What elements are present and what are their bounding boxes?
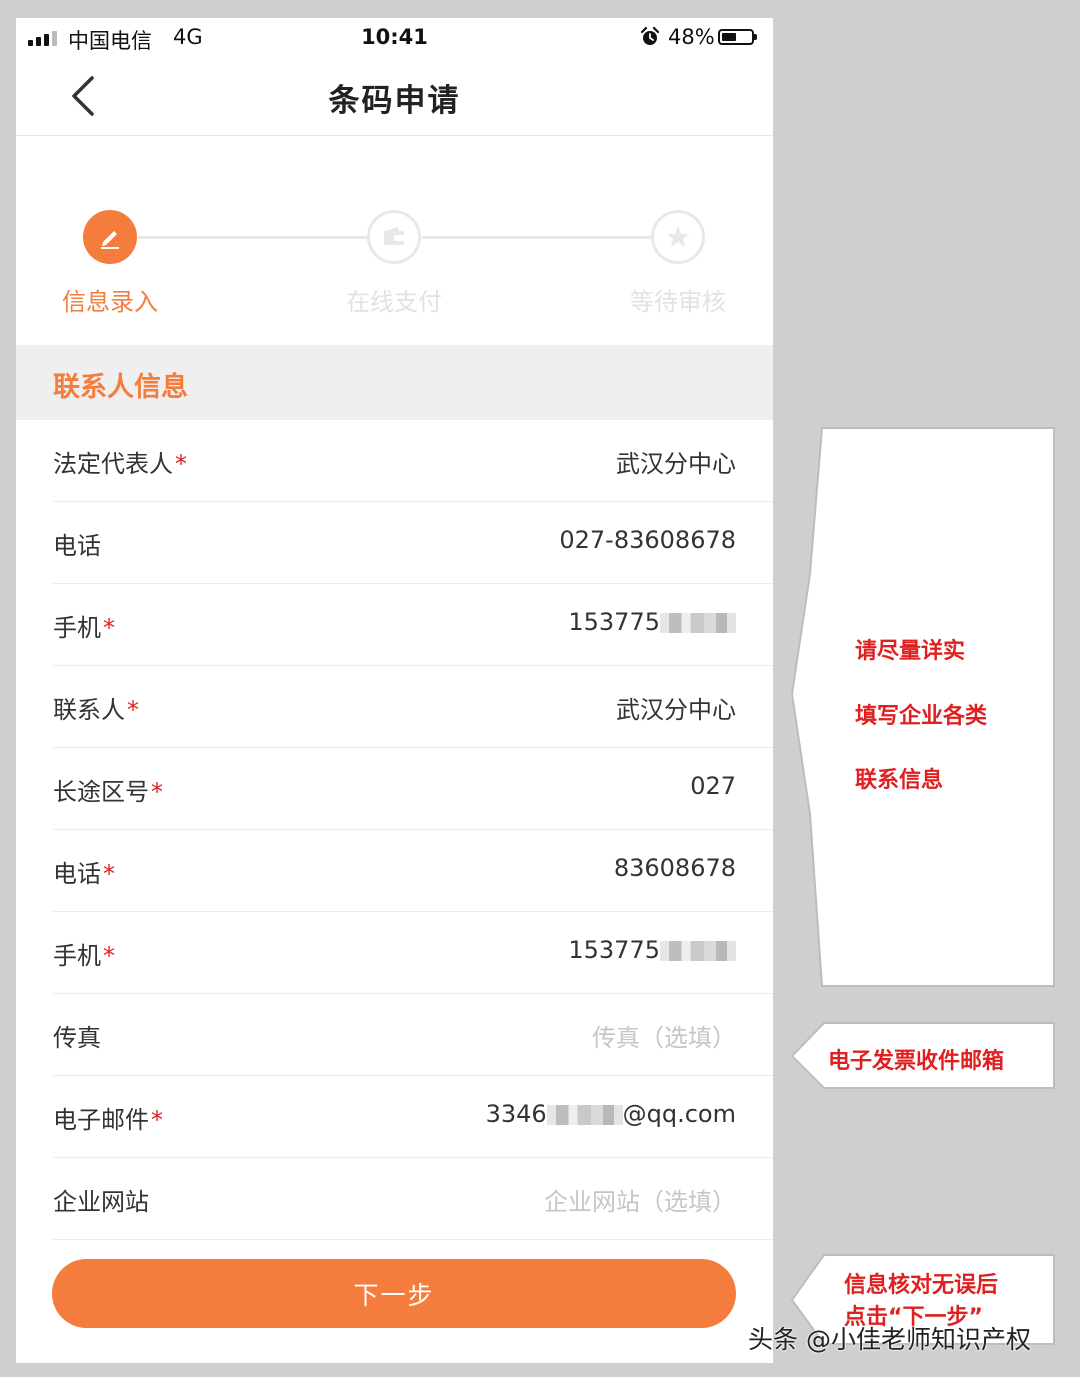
mobile-field[interactable]: 153775 — [568, 608, 736, 636]
section-header: 联系人信息 — [16, 345, 773, 420]
area-code-field[interactable]: 027 — [690, 772, 736, 800]
callout-contact-line-1: 请尽量详实 — [855, 639, 966, 664]
callout-contact-line-2: 填写企业各类 — [855, 704, 988, 729]
battery-icon — [718, 29, 757, 45]
battery-percent: 48% — [668, 25, 715, 49]
callout-contact-line-3: 联系信息 — [855, 768, 944, 793]
form-row-phone-2[interactable]: 电话* 83608678 — [53, 830, 773, 912]
field-label: 电子邮件* — [53, 1106, 163, 1134]
status-bar: 中国电信 4G 10:41 48% — [16, 18, 773, 58]
required-mark: * — [103, 860, 115, 888]
step-connector — [138, 236, 368, 239]
required-mark: * — [103, 942, 115, 970]
field-label: 联系人* — [53, 696, 139, 724]
form-row-email[interactable]: 电子邮件* 3346 @qq.com — [53, 1076, 773, 1158]
field-label: 企业网站 — [53, 1188, 149, 1216]
step-3-label: 等待审核 — [630, 288, 726, 316]
form-row-website[interactable]: 企业网站 企业网站（选填） — [53, 1158, 773, 1240]
section-title: 联系人信息 — [53, 372, 188, 403]
fax-field[interactable]: 传真（选填） — [592, 1018, 736, 1053]
website-field[interactable]: 企业网站（选填） — [544, 1182, 736, 1217]
alarm-icon — [640, 27, 660, 45]
step-3-circle — [651, 210, 705, 264]
form-row-mobile-2[interactable]: 手机* 153775 — [53, 912, 773, 994]
mobile-2-field[interactable]: 153775 — [568, 936, 736, 964]
contact-field[interactable]: 武汉分中心 — [616, 690, 736, 725]
phone-2-field[interactable]: 83608678 — [614, 854, 736, 882]
field-label: 电话 — [53, 532, 101, 560]
step-2-label: 在线支付 — [346, 288, 442, 316]
redacted-mosaic — [546, 1105, 623, 1125]
field-label: 长途区号* — [53, 778, 163, 806]
required-mark: * — [103, 614, 115, 642]
callout-next-line-1: 信息核对无误后 — [844, 1273, 999, 1298]
required-mark: * — [127, 696, 139, 724]
watermark: 头条 @小佳老师知识产权 — [748, 1325, 1031, 1354]
form-row-phone[interactable]: 电话 027-83608678 — [53, 502, 773, 584]
phone-screen: 中国电信 4G 10:41 48% 条码申请 信息录入 在线支付 等待审核 联系… — [16, 18, 773, 1363]
step-2-circle — [367, 210, 421, 264]
nav-bar: 条码申请 — [16, 58, 773, 136]
field-label: 传真 — [53, 1024, 101, 1052]
field-label: 电话* — [53, 860, 115, 888]
progress-steps: 信息录入 在线支付 等待审核 — [16, 136, 773, 362]
star-icon — [667, 226, 689, 247]
page-title: 条码申请 — [328, 83, 461, 119]
contact-form: 法定代表人* 武汉分中心 电话 027-83608678 手机* 153775 … — [16, 420, 773, 1240]
edit-icon — [101, 231, 119, 249]
form-row-mobile[interactable]: 手机* 153775 — [53, 584, 773, 666]
callout-email-text: 电子发票收件邮箱 — [828, 1049, 1005, 1074]
form-row-fax[interactable]: 传真 传真（选填） — [53, 994, 773, 1076]
required-mark: * — [175, 450, 187, 478]
field-label: 手机* — [53, 614, 115, 642]
redacted-mosaic — [660, 613, 736, 633]
form-row-area-code[interactable]: 长途区号* 027 — [53, 748, 773, 830]
required-mark: * — [151, 778, 163, 806]
legal-rep-field[interactable]: 武汉分中心 — [616, 444, 736, 479]
next-step-button[interactable]: 下一步 — [52, 1259, 736, 1328]
email-field[interactable]: 3346 @qq.com — [486, 1100, 736, 1128]
phone-field[interactable]: 027-83608678 — [559, 526, 736, 554]
field-label: 手机* — [53, 942, 115, 970]
redacted-mosaic — [660, 941, 736, 961]
form-row-contact[interactable]: 联系人* 武汉分中心 — [53, 666, 773, 748]
step-1-circle — [83, 210, 137, 264]
field-label: 法定代表人* — [53, 450, 187, 478]
form-row-legal-rep[interactable]: 法定代表人* 武汉分中心 — [53, 420, 773, 502]
step-connector — [422, 236, 652, 239]
required-mark: * — [151, 1106, 163, 1134]
step-1-label: 信息录入 — [62, 288, 158, 316]
wallet-icon — [384, 227, 404, 245]
